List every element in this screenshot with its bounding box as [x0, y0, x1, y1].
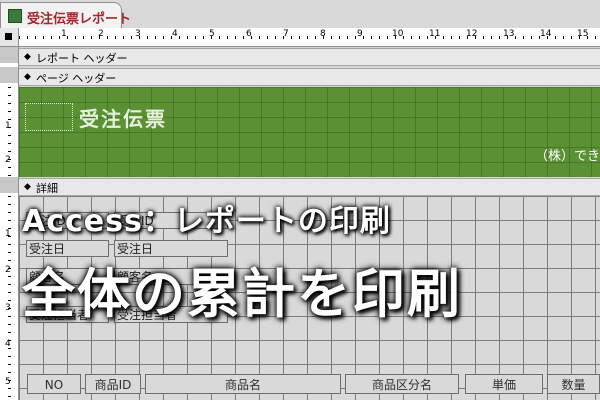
ruler-number: 1 — [61, 29, 67, 39]
report-selector[interactable] — [0, 28, 19, 46]
ruler-number: 8 — [320, 29, 326, 39]
page-header-label: ページ ヘッダー — [36, 72, 117, 85]
ruler-number: 9 — [357, 29, 363, 39]
column-header-quantity[interactable]: 数量 — [547, 374, 600, 394]
page-header-section-bar[interactable]: ◆ ページ ヘッダー — [19, 68, 600, 86]
report-header-label: レポート ヘッダー — [36, 52, 128, 65]
empty-control[interactable] — [25, 103, 73, 131]
ruler-number: 1 — [5, 229, 11, 239]
column-header-unit-price[interactable]: 単価 — [465, 374, 543, 394]
ruler-number: 1 — [5, 121, 11, 131]
ruler-number: 2 — [98, 29, 104, 39]
horizontal-ruler-row: 1 2 3 4 5 6 7 8 9 10 11 12 13 14 15 — [0, 28, 600, 47]
section-arrow-icon: ◆ — [24, 72, 31, 82]
detail-label: 詳細 — [36, 182, 58, 195]
report-icon — [8, 9, 22, 23]
ruler-ticks — [0, 196, 18, 400]
column-header-product-id[interactable]: 商品ID — [85, 374, 141, 394]
ruler-number: 6 — [246, 29, 252, 39]
ruler-number: 7 — [283, 29, 289, 39]
ruler-number: 3 — [5, 303, 11, 313]
ruler-number: 14 — [540, 29, 552, 39]
report-header-section-bar[interactable]: ◆ レポート ヘッダー — [19, 48, 600, 66]
header-company-name[interactable]: （株）でき — [535, 145, 600, 164]
ruler-number: 12 — [466, 29, 478, 39]
ruler-number: 3 — [135, 29, 141, 39]
page-header-area[interactable]: 受注伝票 （株）でき — [19, 87, 600, 177]
ruler-number: 10 — [392, 29, 404, 39]
ruler-section-band — [0, 67, 18, 83]
detail-section-bar[interactable]: ◆ 詳細 — [19, 178, 600, 196]
section-arrow-icon: ◆ — [24, 52, 31, 62]
document-tab-label: 受注伝票レポート — [27, 12, 132, 27]
ruler-number: 4 — [172, 29, 178, 39]
ruler-number: 13 — [503, 29, 515, 39]
document-tab[interactable]: 受注伝票レポート — [0, 2, 131, 29]
overlay-title: 全体の累計を印刷 — [22, 264, 462, 325]
section-arrow-icon: ◆ — [24, 182, 31, 192]
overlay-subtitle: Access：レポートの印刷 — [22, 204, 391, 239]
header-title[interactable]: 受注伝票 — [79, 103, 167, 132]
ruler-number: 11 — [429, 29, 441, 39]
ruler-section-band — [0, 47, 18, 63]
document-tab-bar: 受注伝票レポート — [0, 0, 600, 29]
ruler-number: 5 — [5, 377, 11, 387]
column-header-no[interactable]: NO — [27, 374, 81, 394]
ruler-number: 2 — [5, 155, 11, 165]
ruler-number: 4 — [5, 339, 11, 349]
vertical-ruler[interactable]: 1 2 1 2 3 4 5 — [0, 47, 19, 400]
ruler-section-band — [0, 177, 18, 193]
report-selector-icon — [5, 33, 12, 40]
ruler-number: 2 — [5, 265, 11, 275]
ruler-number: 5 — [209, 29, 215, 39]
column-header-product-name[interactable]: 商品名 — [145, 374, 341, 394]
horizontal-ruler[interactable]: 1 2 3 4 5 6 7 8 9 10 11 12 13 14 15 — [19, 28, 600, 46]
ruler-number: 15 — [577, 29, 589, 39]
column-header-category[interactable]: 商品区分名 — [345, 374, 459, 394]
